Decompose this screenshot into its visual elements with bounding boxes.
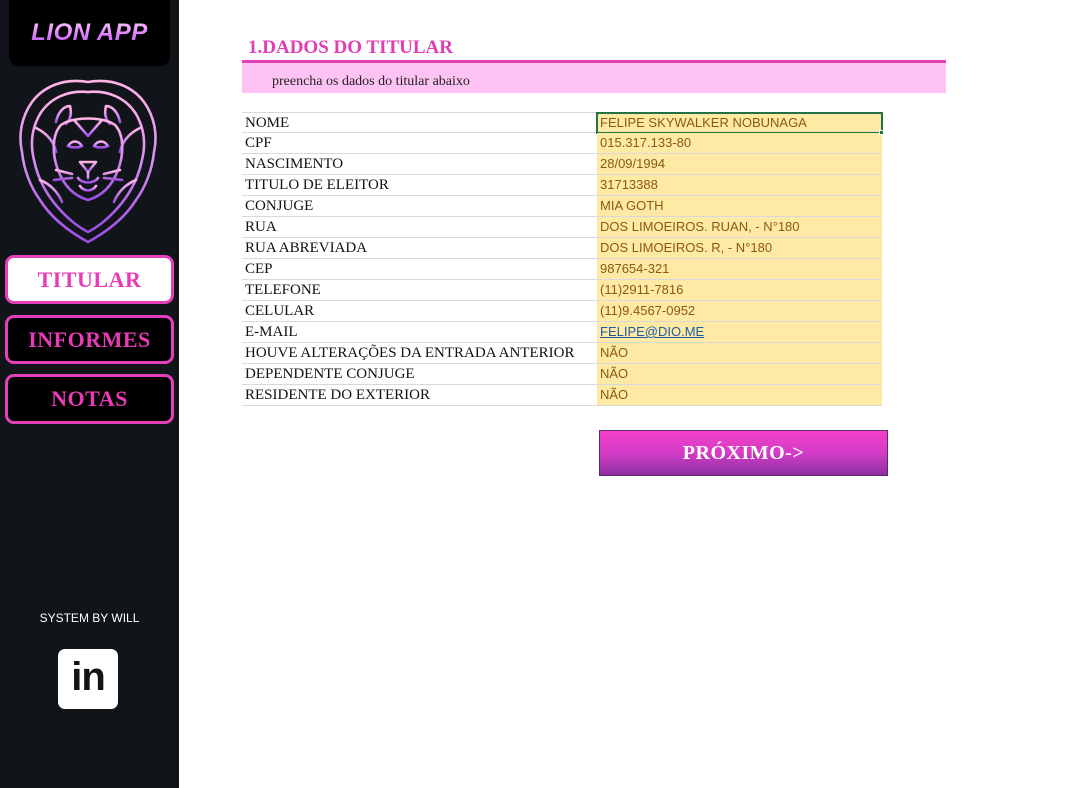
form-row: TITULO DE ELEITOR 31713388 <box>242 175 882 196</box>
form-row: DEPENDENTE CONJUGE NÃO <box>242 364 882 385</box>
form-row: CEP 987654-321 <box>242 259 882 280</box>
form-row: RESIDENTE DO EXTERIOR NÃO <box>242 385 882 406</box>
nav-button-titular[interactable]: TITULAR <box>5 255 174 304</box>
nav-button-notas[interactable]: NOTAS <box>5 374 174 424</box>
nav-button-informes[interactable]: INFORMES <box>5 315 174 364</box>
field-label: CONJUGE <box>245 198 314 214</box>
titular-form: NOME FELIPE SKYWALKER NOBUNAGA CPF 015.3… <box>242 112 883 406</box>
subtitle-band: preencha os dados do titular abaixo <box>242 63 946 93</box>
form-row: TELEFONE (11)2911-7816 <box>242 280 882 301</box>
section-subtitle: preencha os dados do titular abaixo <box>272 74 470 89</box>
field-label: RUA ABREVIADA <box>245 240 368 256</box>
field-label: RESIDENTE DO EXTERIOR <box>245 387 430 403</box>
field-value-rua-abreviada[interactable]: DOS LIMOEIROS. R, - N°180 <box>597 238 882 258</box>
form-row: CELULAR (11)9.4567-0952 <box>242 301 882 322</box>
field-label: RUA <box>245 219 277 235</box>
field-value-cep[interactable]: 987654-321 <box>597 259 882 279</box>
field-value-rua[interactable]: DOS LIMOEIROS. RUAN, - N°180 <box>597 217 882 237</box>
sidebar: LION APP TITULAR INFORMES NOTAS SYSTEM B… <box>0 0 179 788</box>
field-value-nascimento[interactable]: 28/09/1994 <box>597 154 882 174</box>
field-label: HOUVE ALTERAÇÕES DA ENTRADA ANTERIOR <box>245 345 575 361</box>
lion-logo-icon <box>19 79 157 244</box>
form-row: NASCIMENTO 28/09/1994 <box>242 154 882 175</box>
app-logo: LION APP <box>9 0 170 66</box>
field-value-residente-exterior[interactable]: NÃO <box>597 385 882 405</box>
field-label: CELULAR <box>245 303 315 319</box>
field-value-celular[interactable]: (11)9.4567-0952 <box>597 301 882 321</box>
field-value-nome[interactable]: FELIPE SKYWALKER NOBUNAGA <box>596 112 883 134</box>
field-label: TELEFONE <box>245 282 321 298</box>
form-row: E-MAIL FELIPE@DIO.ME <box>242 322 882 343</box>
field-label: CPF <box>245 135 272 151</box>
field-label: NASCIMENTO <box>245 156 344 172</box>
cell-fill-handle[interactable] <box>879 130 884 135</box>
credit-text: SYSTEM BY WILL <box>39 611 140 625</box>
field-value-telefone[interactable]: (11)2911-7816 <box>597 280 882 300</box>
field-value-dependente-conjuge[interactable]: NÃO <box>597 364 882 384</box>
form-row: HOUVE ALTERAÇÕES DA ENTRADA ANTERIOR NÃO <box>242 343 882 364</box>
form-row: CONJUGE MIA GOTH <box>242 196 882 217</box>
field-value-alteracoes[interactable]: NÃO <box>597 343 882 363</box>
form-row: RUA ABREVIADA DOS LIMOEIROS. R, - N°180 <box>242 238 882 259</box>
field-value-conjuge[interactable]: MIA GOTH <box>597 196 882 216</box>
next-button[interactable]: PRÓXIMO-> <box>599 430 888 476</box>
field-label: NOME <box>245 115 290 131</box>
section-title: 1.DADOS DO TITULAR <box>248 37 453 58</box>
app-logo-text: LION APP <box>31 19 148 46</box>
field-value-titulo-eleitor[interactable]: 31713388 <box>597 175 882 195</box>
form-row: CPF 015.317.133-80 <box>242 133 882 154</box>
linkedin-icon[interactable]: in <box>58 649 118 709</box>
field-label: CEP <box>245 261 273 277</box>
form-row: RUA DOS LIMOEIROS. RUAN, - N°180 <box>242 217 882 238</box>
linkedin-icon-glyph: in <box>71 655 106 699</box>
field-label: E-MAIL <box>245 324 298 340</box>
field-value-cpf[interactable]: 015.317.133-80 <box>597 133 882 153</box>
field-label: DEPENDENTE CONJUGE <box>245 366 415 382</box>
field-value-email-link[interactable]: FELIPE@DIO.ME <box>597 322 882 342</box>
field-label: TITULO DE ELEITOR <box>245 177 389 193</box>
form-row: NOME FELIPE SKYWALKER NOBUNAGA <box>242 112 883 134</box>
